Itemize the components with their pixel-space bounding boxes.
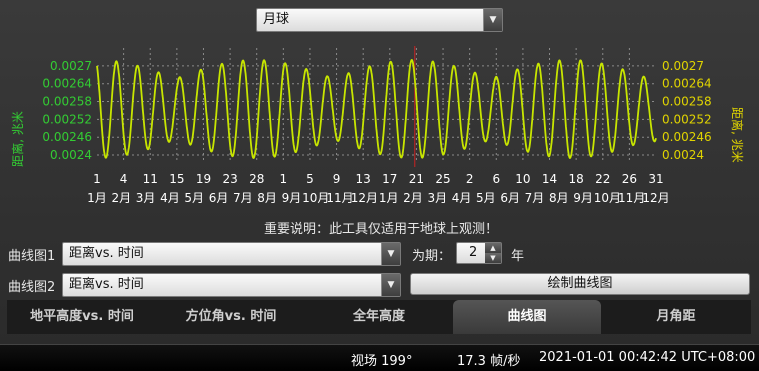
- x-tick-month-label: 6月: [209, 191, 229, 205]
- period-stepper[interactable]: 2 ▲ ▼: [456, 242, 502, 264]
- period-unit: 年: [511, 249, 525, 264]
- tab-bar: 地平高度vs. 时间 方位角vs. 时间 全年高度 曲线图 月角距: [7, 300, 751, 334]
- chevron-down-icon: ▼: [381, 274, 400, 296]
- date-time: 2021-01-01 00:42:42 UTC+08:00: [539, 350, 756, 365]
- x-tick-month-label: 5月: [184, 191, 204, 205]
- x-tick-day-label: 18: [569, 172, 584, 186]
- x-tick-day-label: 14: [542, 172, 557, 186]
- y-tick-label-left: 0.00264: [42, 77, 92, 91]
- x-tick-month-label: 5月: [476, 191, 496, 205]
- astronomical-calculations-panel: 月球 ▼ 0.0027 0.00264 0.00258 0.00252 0.00246 0…: [0, 0, 759, 344]
- x-tick-month-label: 8月: [257, 191, 277, 205]
- x-tick-month-label: 3月: [136, 191, 156, 205]
- notice-text: 重要说明：此工具仅适用于地球上观测！: [264, 222, 499, 237]
- distance-chart: 0.00270.002640.002580.002520.002460.0024…: [10, 46, 745, 205]
- x-tick-day-label: 23: [222, 172, 237, 186]
- celestial-body-select[interactable]: 月球 ▼: [256, 8, 503, 32]
- x-tick-day-label: 13: [356, 172, 371, 186]
- y-tick-label-right: 0.00258: [662, 95, 712, 109]
- distance-series-line: [96, 59, 657, 160]
- tab-graphs[interactable]: 曲线图: [453, 300, 601, 334]
- x-tick-day-label: 21: [409, 172, 424, 186]
- x-tick-month-label: 2月: [403, 191, 423, 205]
- x-tick-month-label: 7月: [525, 191, 545, 205]
- x-tick-day-label: 5: [306, 172, 314, 186]
- tab-yearly-altitude[interactable]: 全年高度: [305, 300, 453, 334]
- x-tick-month-label: 2月: [111, 191, 131, 205]
- x-tick-month-label: 11月: [326, 191, 353, 205]
- graph1-select[interactable]: 距离vs. 时间 ▼: [62, 242, 401, 266]
- graph1-label: 曲线图1: [8, 249, 56, 264]
- x-tick-day-label: 1: [280, 172, 288, 186]
- y-tick-label-left: 0.00252: [42, 112, 92, 126]
- period-label: 为期：: [412, 249, 452, 264]
- x-tick-day-label: 6: [492, 172, 500, 186]
- y-ticks-right: 0.0027 0.00264 0.00258 0.00252 0.00246 0.0024: [662, 59, 712, 162]
- y-axis-label-left: 距离, 兆米: [10, 111, 25, 167]
- y-tick-label-right: 0.00252: [662, 112, 712, 126]
- x-tick-month-label: 10月: [594, 191, 621, 205]
- status-bar: 视场 199° 17.3 帧/秒 2021-01-01 00:42:42 UTC…: [0, 344, 759, 371]
- x-tick-day-label: 26: [622, 172, 637, 186]
- x-tick-day-label: 10: [515, 172, 530, 186]
- x-tick-month-label: 4月: [452, 191, 472, 205]
- graph2-label: 曲线图2: [8, 280, 56, 295]
- tab-azimuth-vs-time[interactable]: 方位角vs. 时间: [157, 300, 305, 334]
- x-tick-day-label: 2: [466, 172, 474, 186]
- y-tick-label-left: 0.0027: [50, 59, 92, 73]
- x-tick-day-label: 25: [435, 172, 450, 186]
- stepper-down-icon[interactable]: ▼: [485, 253, 501, 263]
- draw-graph-button[interactable]: 绘制曲线图: [410, 273, 750, 295]
- x-tick-day-label: 15: [169, 172, 184, 186]
- x-tick-day-label: 22: [595, 172, 610, 186]
- y-tick-label-right: 0.00264: [662, 77, 712, 91]
- tab-altitude-vs-time[interactable]: 地平高度vs. 时间: [7, 300, 157, 334]
- x-tick-day-label: 11: [143, 172, 158, 186]
- x-tick-month-label: 12月: [351, 191, 378, 205]
- x-tick-day-label: 19: [196, 172, 211, 186]
- graph1-value: 距离vs. 时间: [69, 246, 144, 261]
- y-tick-label-left: 0.00258: [42, 95, 92, 109]
- y-ticks-left: 0.0027 0.00264 0.00258 0.00252 0.00246 0.0024: [42, 59, 92, 162]
- x-ticks: 1 4 11 15 19 23 28 1 5 9 13 17 21 25 2 6 10 14 18 22 26 311月 2…: [87, 172, 669, 205]
- period-value: 2: [469, 245, 478, 260]
- y-tick-label-right: 0.0027: [662, 59, 704, 73]
- x-tick-month-label: 9月: [282, 191, 302, 205]
- x-tick-day-label: 4: [120, 172, 128, 186]
- graph2-value: 距离vs. 时间: [69, 277, 144, 292]
- y-axis-label-right: 距离, 兆米: [730, 107, 745, 163]
- x-tick-month-label: 1月: [379, 191, 399, 205]
- stepper-up-icon[interactable]: ▲: [485, 243, 501, 253]
- x-tick-month-label: 3月: [427, 191, 447, 205]
- x-tick-day-label: 28: [249, 172, 264, 186]
- x-tick-month-label: 7月: [233, 191, 253, 205]
- x-tick-month-label: 8月: [549, 191, 569, 205]
- x-tick-month-label: 12月: [642, 191, 669, 205]
- frame-rate: 17.3 帧/秒: [457, 354, 521, 369]
- chevron-down-icon: ▼: [483, 9, 502, 31]
- field-of-view: 视场 199°: [351, 354, 413, 369]
- x-tick-month-label: 6月: [500, 191, 520, 205]
- y-tick-label-right: 0.00246: [662, 130, 712, 144]
- y-tick-label-right: 0.0024: [662, 148, 704, 162]
- x-tick-day-label: 1: [93, 172, 101, 186]
- graph2-select[interactable]: 距离vs. 时间 ▼: [62, 273, 401, 297]
- x-tick-month-label: 10月: [302, 191, 329, 205]
- x-tick-day-label: 9: [333, 172, 341, 186]
- y-tick-label-left: 0.0024: [50, 148, 92, 162]
- chevron-down-icon: ▼: [381, 243, 400, 265]
- x-tick-day-label: 31: [648, 172, 663, 186]
- celestial-body-value: 月球: [263, 12, 290, 27]
- x-tick-month-label: 1月: [87, 191, 107, 205]
- y-tick-label-left: 0.00246: [42, 130, 92, 144]
- x-tick-day-label: 17: [382, 172, 397, 186]
- x-tick-month-label: 4月: [160, 191, 180, 205]
- tab-lunar-distance[interactable]: 月角距: [601, 300, 751, 334]
- x-tick-month-label: 11月: [618, 191, 645, 205]
- x-tick-month-label: 9月: [573, 191, 593, 205]
